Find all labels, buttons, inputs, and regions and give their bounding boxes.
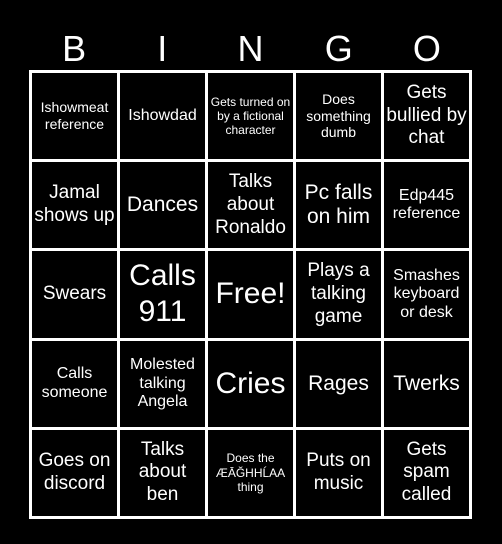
bingo-cell[interactable]: Ishowdad bbox=[120, 73, 205, 160]
cell-text: Gets spam called bbox=[401, 438, 452, 506]
cell-text: Calls someone bbox=[41, 365, 108, 401]
bingo-cell[interactable]: Jamal shows up bbox=[32, 162, 117, 249]
cell-text: Edp445 reference bbox=[392, 186, 461, 223]
bingo-cell[interactable]: Cries bbox=[208, 340, 293, 427]
bingo-header: B I N G O bbox=[30, 28, 471, 70]
bingo-cell[interactable]: Swears bbox=[32, 251, 117, 338]
bingo-cell[interactable]: Talks about ben bbox=[120, 429, 205, 516]
cell-text: Ishowdad bbox=[128, 106, 197, 124]
free-space[interactable]: Free! bbox=[208, 251, 293, 338]
bingo-cell[interactable]: Plays a talking game bbox=[296, 251, 381, 338]
bingo-cell[interactable]: Gets bullied by chat bbox=[384, 73, 469, 160]
bingo-cell[interactable]: Does something dumb bbox=[296, 73, 381, 160]
bingo-cell[interactable]: Pc falls on him bbox=[296, 162, 381, 249]
bingo-cell[interactable]: Rages bbox=[296, 340, 381, 427]
bingo-cell[interactable]: Gets turned on by a fictional character bbox=[208, 73, 293, 160]
cell-text: Molested talking Angela bbox=[130, 356, 195, 410]
cell-text: Does something dumb bbox=[306, 90, 371, 141]
cell-text: Goes on discord bbox=[38, 450, 111, 494]
header-letter-i: I bbox=[157, 28, 168, 69]
bingo-cell[interactable]: Puts on music bbox=[296, 429, 381, 516]
cell-text: Gets turned on by a fictional character bbox=[210, 94, 291, 138]
cell-text: Dances bbox=[126, 193, 199, 217]
header-letter-g: G bbox=[324, 28, 353, 69]
cell-text: Twerks bbox=[393, 371, 460, 395]
cell-text: Puts on music bbox=[306, 450, 371, 494]
cell-text: Gets bullied by chat bbox=[386, 81, 467, 149]
cell-text: Swears bbox=[42, 283, 107, 305]
free-space-text: Free! bbox=[215, 277, 286, 311]
cell-text: Pc falls on him bbox=[304, 181, 373, 229]
cell-text: Plays a talking game bbox=[307, 260, 370, 327]
bingo-cell[interactable]: Gets spam called bbox=[384, 429, 469, 516]
cell-text: Smashes keyboard or desk bbox=[393, 266, 460, 321]
bingo-cell[interactable]: Does the ÆĀĞHHĹAA thing bbox=[208, 429, 293, 516]
header-letter-o: O bbox=[412, 28, 441, 69]
cell-text: Cries bbox=[215, 366, 286, 400]
bingo-cell[interactable]: Twerks bbox=[384, 340, 469, 427]
bingo-cell[interactable]: Dances bbox=[120, 162, 205, 249]
bingo-cell[interactable]: Smashes keyboard or desk bbox=[384, 251, 469, 338]
bingo-cell[interactable]: Molested talking Angela bbox=[120, 340, 205, 427]
cell-text: Rages bbox=[308, 371, 369, 395]
cell-text: Calls 911 bbox=[129, 259, 196, 329]
bingo-cell[interactable]: Calls 911 bbox=[120, 251, 205, 338]
bingo-cell[interactable]: Talks about Ronaldo bbox=[208, 162, 293, 249]
cell-text: Does the ÆĀĞHHĹAA thing bbox=[215, 451, 286, 495]
cell-text: Talks about Ronaldo bbox=[215, 171, 286, 238]
bingo-cell[interactable]: Goes on discord bbox=[32, 429, 117, 516]
header-letter-b: B bbox=[62, 28, 87, 69]
cell-text: Talks about ben bbox=[138, 438, 187, 506]
bingo-cell[interactable]: Ishowmeat reference bbox=[32, 73, 117, 160]
header-letter-n: N bbox=[237, 28, 264, 69]
bingo-card: Ishowmeat reference Ishowdad Gets turned… bbox=[29, 70, 472, 519]
cell-text: Ishowmeat reference bbox=[40, 99, 109, 133]
cell-text: Jamal shows up bbox=[34, 182, 115, 227]
bingo-cell[interactable]: Edp445 reference bbox=[384, 162, 469, 249]
bingo-cell[interactable]: Calls someone bbox=[32, 340, 117, 427]
